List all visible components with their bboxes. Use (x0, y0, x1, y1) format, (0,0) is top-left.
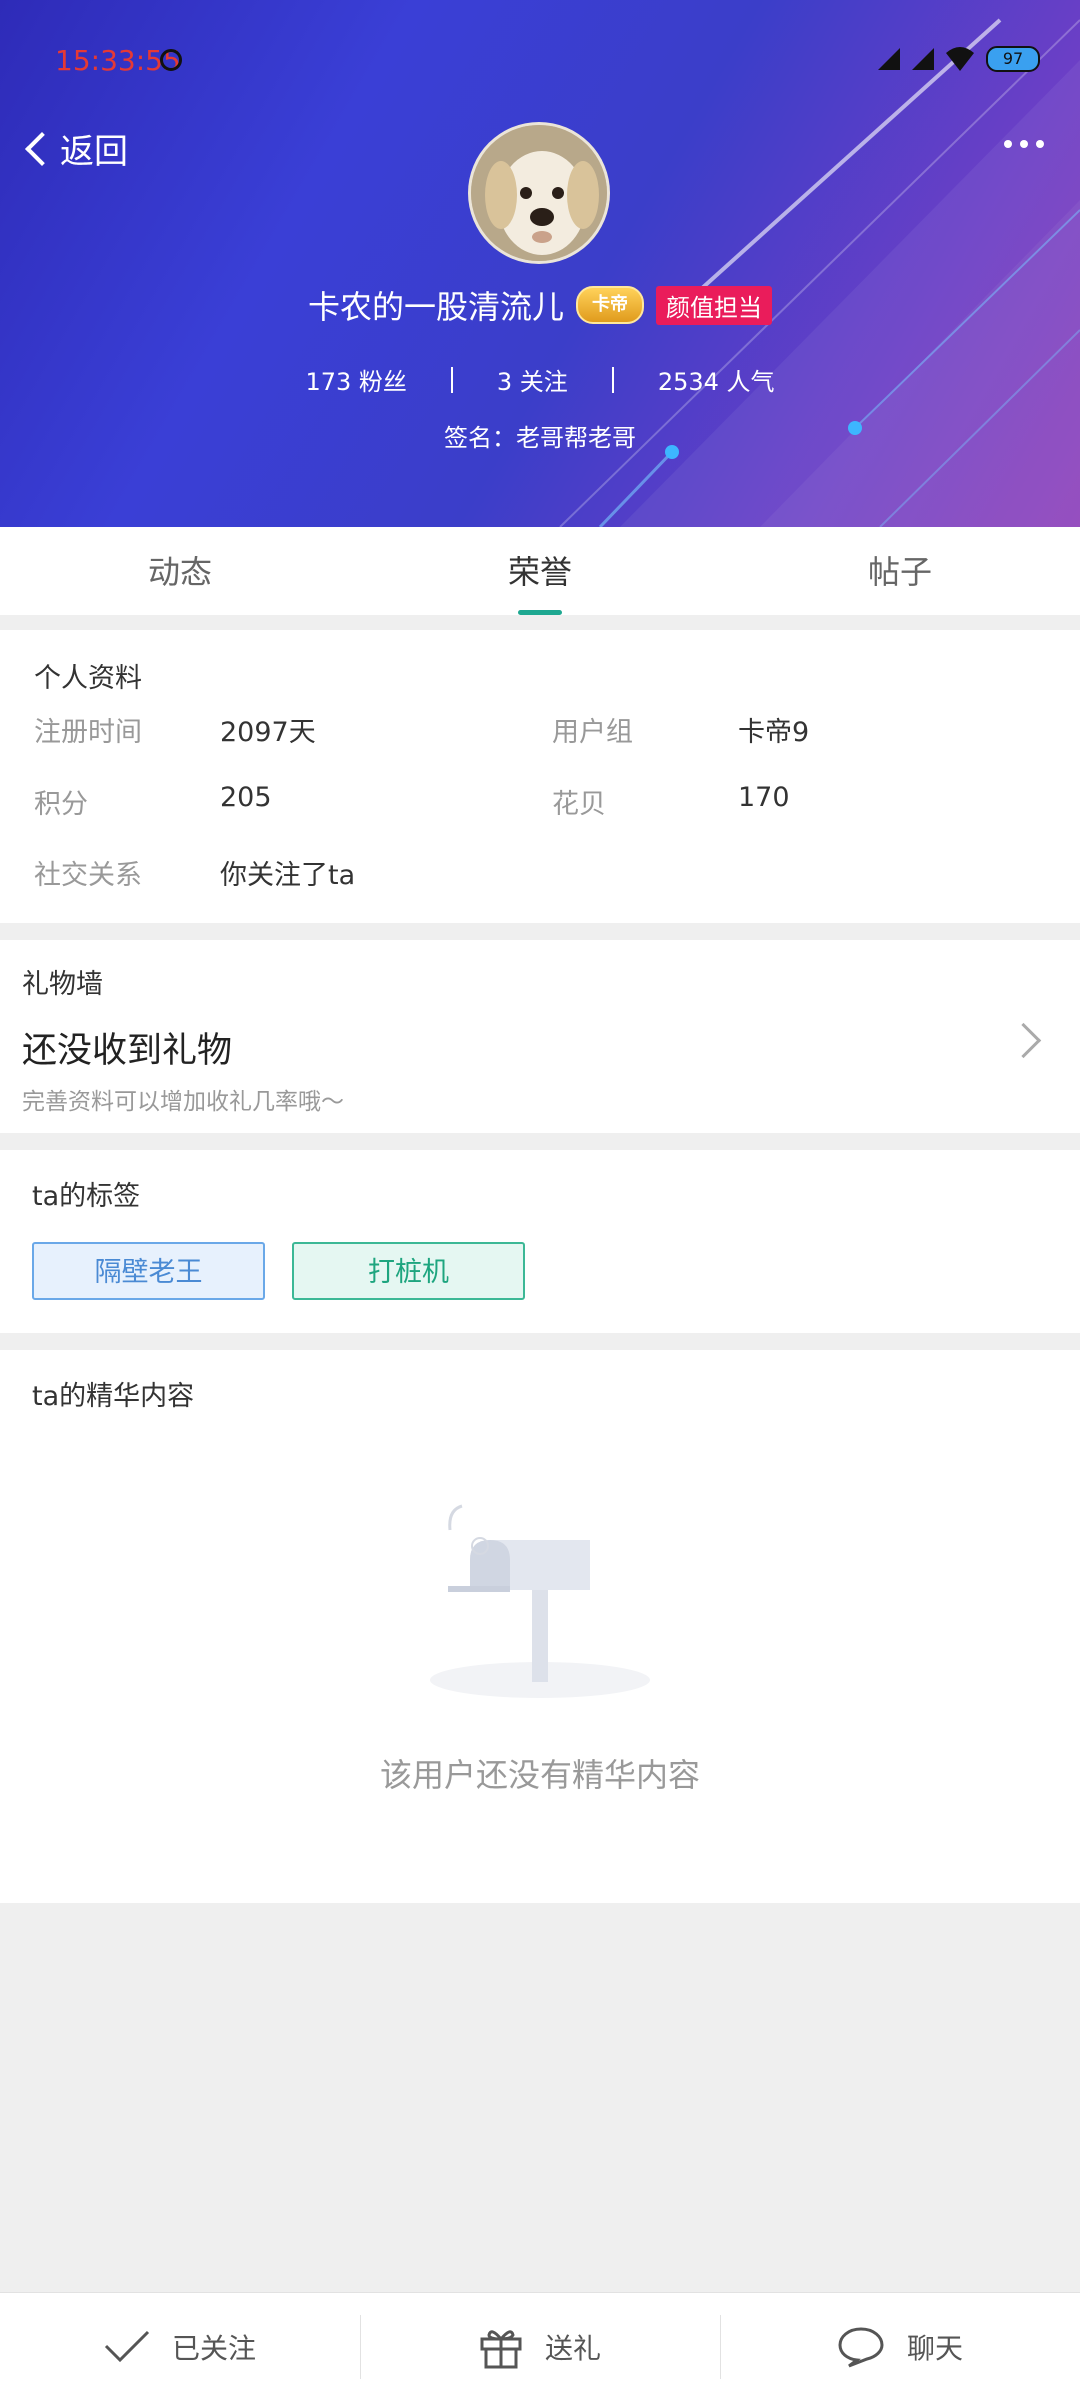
following-count[interactable]: 3 关注 (497, 362, 568, 397)
popularity-count: 2534 人气 (657, 368, 775, 396)
followed-label: 已关注 (171, 2332, 256, 2365)
field-label: 注册时间 (34, 717, 142, 748)
signature: 签名：老哥帮老哥 (444, 424, 636, 452)
field-label: 社交关系 (34, 860, 142, 891)
field-value: 205 (220, 782, 272, 813)
send-gift-label: 送礼 (544, 2332, 601, 2365)
divider (450, 366, 453, 393)
gift-icon (480, 2330, 522, 2369)
avatar[interactable] (468, 122, 610, 264)
field-label: 用户组 (552, 717, 633, 748)
tab-honors[interactable]: 荣誉 (360, 527, 720, 615)
field-value: 2097天 (220, 717, 316, 748)
mailbox-empty-icon (430, 1504, 650, 1698)
profile-section: 个人资料 注册时间 2097天 用户组 卡帝9 积分 205 花贝 170 社交… (0, 630, 1080, 923)
followed-button[interactable]: 已关注 (0, 2293, 360, 2401)
chat-button[interactable]: 聊天 (720, 2293, 1080, 2401)
more-options-button[interactable] (1004, 140, 1044, 148)
essence-section: ta的精华内容 该用户还没有精华内容 (0, 1350, 1080, 1903)
chevron-left-icon (25, 131, 59, 166)
back-label: 返回 (60, 132, 128, 172)
tab-dynamics[interactable]: 动态 (0, 527, 360, 615)
stats-row: 173 粉丝 3 关注 2534 人气 (0, 362, 1080, 397)
back-button[interactable]: 返回 (22, 124, 128, 173)
send-gift-button[interactable]: 送礼 (360, 2293, 720, 2401)
username-row: 卡农的一股清流儿 卡帝 颜值担当 (0, 282, 1080, 328)
title-badge: 颜值担当 (656, 285, 772, 325)
field-value: 卡帝9 (738, 717, 810, 748)
tag-chip[interactable]: 隔壁老王 (32, 1242, 265, 1300)
dot-icon (1036, 140, 1044, 148)
section-title: ta的标签 (32, 1181, 141, 1212)
chat-bubble-icon (838, 2327, 884, 2368)
gift-empty-text: 还没收到礼物 (22, 1031, 233, 1071)
battery-icon: 97 (986, 46, 1040, 72)
essence-empty-text: 该用户还没有精华内容 (379, 1756, 700, 1794)
bottom-action-bar: 已关注 送礼 聊天 (0, 2292, 1080, 2401)
section-title: 礼物墙 (22, 969, 103, 1000)
dot-icon (1020, 140, 1028, 148)
dog-avatar-image (471, 125, 607, 261)
chat-label: 聊天 (906, 2332, 963, 2365)
field-label: 积分 (34, 789, 88, 820)
field-value: 170 (738, 782, 790, 813)
field-value: 你关注了ta (220, 860, 356, 891)
dot-icon (1004, 140, 1012, 148)
tag-chip[interactable]: 打桩机 (292, 1242, 525, 1300)
signal-icon (878, 48, 900, 70)
section-title: ta的精华内容 (32, 1381, 195, 1412)
section-title: 个人资料 (34, 663, 142, 694)
rank-badge: 卡帝 (576, 286, 644, 324)
profile-header: 15:33:55 97 返回 卡农的一股清流儿 卡帝 颜值担当 173 粉丝 3… (0, 0, 1080, 527)
tab-posts[interactable]: 帖子 (720, 527, 1080, 615)
chevron-right-icon (1005, 1022, 1042, 1059)
gift-wall-section[interactable]: 礼物墙 还没收到礼物 完善资料可以增加收礼几率哦～ (0, 940, 1080, 1133)
divider (611, 366, 614, 393)
signal-icon-2 (912, 48, 934, 70)
field-label: 花贝 (552, 789, 606, 820)
status-icons: 97 (878, 46, 1040, 72)
wifi-icon (946, 47, 974, 71)
alarm-icon (160, 49, 182, 71)
fans-count[interactable]: 173 粉丝 (305, 362, 406, 397)
checkmark-icon (104, 2330, 150, 2363)
tab-bar: 动态 荣誉 帖子 (0, 527, 1080, 615)
gift-hint: 完善资料可以增加收礼几率哦～ (22, 1089, 344, 1115)
tags-section: ta的标签 隔壁老王 打桩机 (0, 1150, 1080, 1333)
username: 卡农的一股清流儿 (307, 288, 564, 326)
